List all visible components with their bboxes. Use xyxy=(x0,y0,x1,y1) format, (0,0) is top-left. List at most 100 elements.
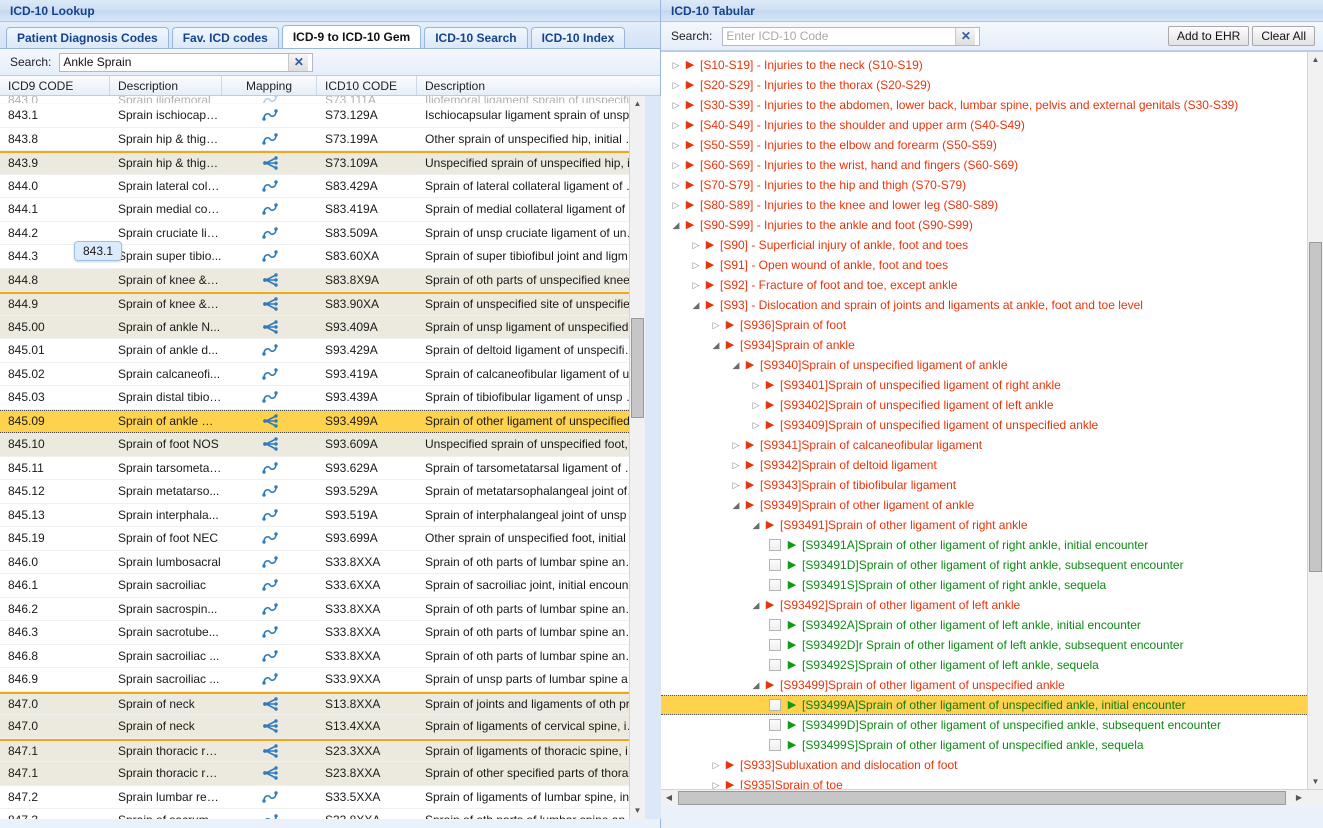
tree-scroll-up-icon[interactable]: ▲ xyxy=(1308,52,1323,68)
collapse-toggle-icon[interactable]: ◢ xyxy=(749,600,763,611)
cell-mapping[interactable] xyxy=(222,436,317,452)
cell-mapping[interactable] xyxy=(222,718,317,734)
clear-all-button[interactable]: Clear All xyxy=(1252,26,1315,46)
table-row[interactable]: 847.0 Sprain of neck S13.4XXA Sprain of lig… xyxy=(0,715,661,739)
table-row[interactable]: 845.19 Sprain of foot NEC S93.699A Other sp… xyxy=(0,527,661,551)
tree-node[interactable]: ◢ ▶ [S93] - Dislocation and sprain of join… xyxy=(661,295,1323,315)
tree-node[interactable]: ▶ [S93492D]r Sprain of other ligament of … xyxy=(661,635,1323,655)
tab-icd-10-index[interactable]: ICD-10 Index xyxy=(530,27,626,48)
tree-node[interactable]: ▷ ▶ [S9341]Sprain of calcaneofibular ligam… xyxy=(661,435,1323,455)
tree-node[interactable]: ▶ [S93499S]Sprain of other ligament of un… xyxy=(661,735,1323,755)
cell-mapping[interactable] xyxy=(222,530,317,546)
table-row[interactable]: 845.12 Sprain metatarso... S93.529A Sprain … xyxy=(0,480,661,504)
cell-mapping[interactable] xyxy=(222,696,317,712)
table-row[interactable]: 845.01 Sprain of ankle d... S93.429A Sprain… xyxy=(0,339,661,363)
cell-mapping[interactable] xyxy=(222,743,317,759)
clear-icd10-search-icon[interactable]: ✕ xyxy=(955,27,976,45)
left-search-field[interactable]: ✕ xyxy=(59,52,314,72)
tree-node-checkbox[interactable] xyxy=(769,639,781,651)
tree-node[interactable]: ▷ ▶ [S9343]Sprain of tibiofibular ligament xyxy=(661,475,1323,495)
expand-toggle-icon[interactable]: ▷ xyxy=(669,160,683,171)
expand-toggle-icon[interactable]: ▷ xyxy=(729,460,743,471)
tree-node-checkbox[interactable] xyxy=(769,559,781,571)
table-row[interactable]: 847.2 Sprain lumbar reg... S33.5XXA Sprain … xyxy=(0,786,661,809)
column-header-mapping[interactable]: Mapping xyxy=(222,76,317,95)
collapse-toggle-icon[interactable]: ◢ xyxy=(669,220,683,231)
cell-mapping[interactable] xyxy=(222,671,317,687)
table-row[interactable]: 843.1 Sprain ischiocaps... S73.129A Ischioc… xyxy=(0,104,661,128)
cell-mapping[interactable] xyxy=(222,765,317,781)
cell-mapping[interactable] xyxy=(222,107,317,123)
clear-search-icon[interactable]: ✕ xyxy=(288,53,309,71)
search-input[interactable] xyxy=(60,53,289,71)
tree-node[interactable]: ▶ [S93499D]Sprain of other ligament of un… xyxy=(661,715,1323,735)
tree-node[interactable]: ▷ ▶ [S90] - Superficial injury of ankle, f… xyxy=(661,235,1323,255)
tree-node-checkbox[interactable] xyxy=(769,659,781,671)
tree-scrollbar-thumb[interactable] xyxy=(1309,242,1322,572)
expand-toggle-icon[interactable]: ▷ xyxy=(749,380,763,391)
tree-vertical-scrollbar[interactable]: ▲ ▼ xyxy=(1307,52,1323,790)
tree-node[interactable]: ▶ [S93491A]Sprain of other ligament of ri… xyxy=(661,535,1323,555)
column-header-icd9-code[interactable]: ICD9 CODE xyxy=(0,76,110,95)
table-row[interactable]: 845.09 Sprain of ankle NEC S93.499A Sprain … xyxy=(0,409,661,433)
tree-scroll-right-icon[interactable]: ▶ xyxy=(1291,790,1307,806)
table-row[interactable]: 843.8 Sprain hip & thigh... S73.199A Other … xyxy=(0,128,661,151)
tab-fav-icd-codes[interactable]: Fav. ICD codes xyxy=(171,27,279,48)
tree-node[interactable]: ▷ ▶ [S10-S19] - Injuries to the neck (S10-… xyxy=(661,55,1323,75)
scroll-up-icon[interactable]: ▲ xyxy=(630,96,645,112)
expand-toggle-icon[interactable]: ▷ xyxy=(749,400,763,411)
add-to-ehr-button[interactable]: Add to EHR xyxy=(1167,26,1250,46)
tree-node[interactable]: ▷ ▶ [S50-S59] - Injuries to the elbow and … xyxy=(661,135,1323,155)
tree-node[interactable]: ◢ ▶ [S9349]Sprain of other ligament of ank… xyxy=(661,495,1323,515)
table-row[interactable]: 844.1 Sprain medial coll... S83.419A Sprain… xyxy=(0,198,661,222)
expand-toggle-icon[interactable]: ▷ xyxy=(669,100,683,111)
left-grid-scrollbar[interactable]: ▲ ▼ xyxy=(629,96,645,819)
table-row[interactable]: 845.03 Sprain distal tibiofi... S93.439A Sp… xyxy=(0,386,661,410)
table-row[interactable]: 847.1 Sprain thoracic re... S23.3XXA Sprain… xyxy=(0,738,661,762)
cell-mapping[interactable] xyxy=(222,131,317,147)
table-row[interactable]: 845.11 Sprain tarsometat... S93.629A Sprain… xyxy=(0,457,661,480)
table-row[interactable]: 846.8 Sprain sacroiliac ... S33.8XXA Sprain… xyxy=(0,645,661,668)
cell-mapping[interactable] xyxy=(222,648,317,664)
cell-mapping[interactable] xyxy=(222,624,317,640)
table-row[interactable]: 846.9 Sprain sacroiliac ... S33.9XXA Sprain… xyxy=(0,668,661,692)
tree-node[interactable]: ▷ ▶ [S936]Sprain of foot xyxy=(661,315,1323,335)
expand-toggle-icon[interactable]: ▷ xyxy=(669,120,683,131)
tree-node[interactable]: ▷ ▶ [S92] - Fracture of foot and toe, exce… xyxy=(661,275,1323,295)
expand-toggle-icon[interactable]: ▷ xyxy=(689,240,703,251)
cell-mapping[interactable] xyxy=(222,366,317,382)
table-row[interactable]: 844.8 Sprain of knee & l... S83.8X9A Sprain… xyxy=(0,268,661,292)
tab-icd-9-to-icd-10-gem[interactable]: ICD-9 to ICD-10 Gem xyxy=(281,25,422,48)
icd10-code-input[interactable] xyxy=(723,27,956,45)
tree-node[interactable]: ▶ [S93492A]Sprain of other ligament of le… xyxy=(661,615,1323,635)
expand-toggle-icon[interactable]: ▷ xyxy=(669,180,683,191)
collapse-toggle-icon[interactable]: ◢ xyxy=(689,300,703,311)
cell-mapping[interactable] xyxy=(222,601,317,617)
tree-scroll-left-icon[interactable]: ◀ xyxy=(661,790,677,806)
tree-node[interactable]: ▷ ▶ [S70-S79] - Injuries to the hip and th… xyxy=(661,175,1323,195)
expand-toggle-icon[interactable]: ▷ xyxy=(689,260,703,271)
table-row[interactable]: 843.9 Sprain hip & thigh... S73.109A Unspec… xyxy=(0,151,661,175)
tree-node-checkbox[interactable] xyxy=(769,739,781,751)
collapse-toggle-icon[interactable]: ◢ xyxy=(709,340,723,351)
cell-mapping[interactable] xyxy=(222,413,317,429)
expand-toggle-icon[interactable]: ▷ xyxy=(669,140,683,151)
tree-scroll-down-icon[interactable]: ▼ xyxy=(1308,774,1323,790)
icd10-code-field[interactable]: ✕ xyxy=(722,26,981,46)
tree-node[interactable]: ▷ ▶ [S93409]Sprain of unspecified ligament… xyxy=(661,415,1323,435)
expand-toggle-icon[interactable]: ▷ xyxy=(689,280,703,291)
expand-toggle-icon[interactable]: ▷ xyxy=(729,480,743,491)
cell-mapping[interactable] xyxy=(222,96,317,103)
tree-node[interactable]: ▷ ▶ [S933]Subluxation and dislocation of f… xyxy=(661,755,1323,775)
tree-node[interactable]: ▷ ▶ [S93402]Sprain of unspecified ligament… xyxy=(661,395,1323,415)
tree-hscrollbar-thumb[interactable] xyxy=(678,791,1286,805)
cell-mapping[interactable] xyxy=(222,554,317,570)
tree-node[interactable]: ▷ ▶ [S30-S39] - Injuries to the abdomen, l… xyxy=(661,95,1323,115)
tree-node[interactable]: ◢ ▶ [S93491]Sprain of other ligament of ri… xyxy=(661,515,1323,535)
tree-node[interactable]: ▷ ▶ [S9342]Sprain of deltoid ligament xyxy=(661,455,1323,475)
tree-node[interactable]: ▷ ▶ [S91] - Open wound of ankle, foot and … xyxy=(661,255,1323,275)
scrollbar-thumb[interactable] xyxy=(631,318,644,418)
tree-node[interactable]: ▷ ▶ [S60-S69] - Injuries to the wrist, han… xyxy=(661,155,1323,175)
table-row[interactable]: 846.0 Sprain lumbosacral S33.8XXA Sprain of… xyxy=(0,551,661,574)
tree-node[interactable]: ◢ ▶ [S90-S99] - Injuries to the ankle and … xyxy=(661,215,1323,235)
